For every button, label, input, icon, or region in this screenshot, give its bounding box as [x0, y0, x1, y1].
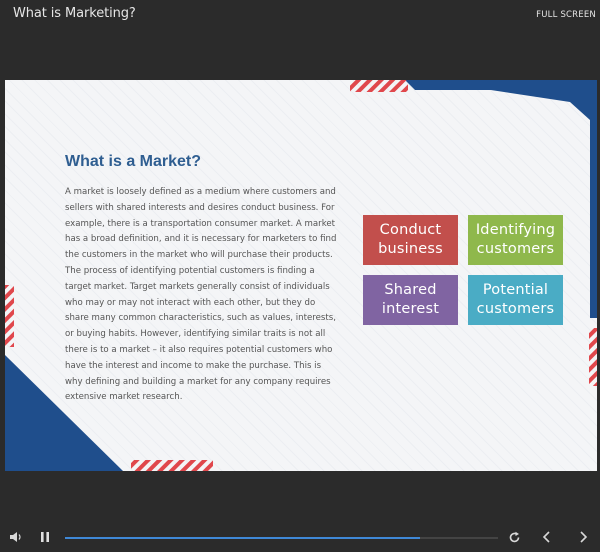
stripes-right	[589, 328, 597, 386]
player-header: What is Marketing? FULL SCREEN	[0, 0, 600, 30]
slide-canvas: What is a Market? A market is loosely de…	[5, 80, 597, 471]
box-identifying-customers: Identifying customers	[468, 215, 563, 265]
progress-fill	[65, 537, 421, 539]
next-icon[interactable]	[575, 529, 591, 545]
stripes-left	[5, 285, 14, 347]
pause-icon[interactable]	[37, 529, 53, 545]
player-controls	[0, 522, 600, 552]
fullscreen-button[interactable]: FULL SCREEN	[536, 10, 596, 20]
slide-heading: What is a Market?	[65, 153, 202, 170]
stripes-top	[350, 80, 408, 92]
slide-body-text: A market is loosely defined as a medium …	[65, 187, 337, 403]
replay-icon[interactable]	[506, 529, 522, 545]
previous-icon[interactable]	[539, 529, 555, 545]
box-potential-customers: Potential customers	[468, 275, 563, 325]
stripes-bottom	[131, 460, 213, 471]
progress-bar[interactable]	[65, 537, 498, 539]
box-shared-interest: Shared interest	[363, 275, 458, 325]
course-title: What is Marketing?	[13, 6, 136, 21]
volume-icon[interactable]	[8, 529, 24, 545]
box-conduct-business: Conduct business	[363, 215, 458, 265]
